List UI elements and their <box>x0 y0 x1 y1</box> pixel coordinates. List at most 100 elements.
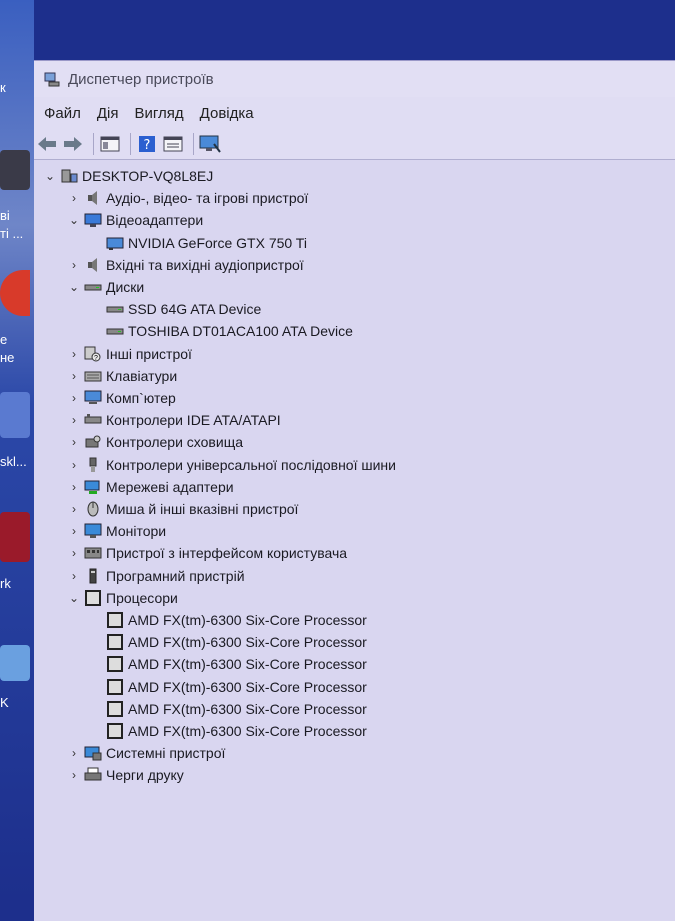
title-bar[interactable]: Диспетчер пристроїв <box>34 61 675 97</box>
tree-category[interactable]: › Системні пристрої <box>66 742 225 764</box>
chevron-down-icon[interactable]: ⌄ <box>42 168 58 184</box>
desktop-game-icon[interactable] <box>0 512 30 562</box>
chevron-down-icon[interactable]: ⌄ <box>66 279 82 295</box>
tree-category[interactable]: › Вхідні та вихідні аудіопристрої <box>66 254 304 276</box>
device-manager-window: Диспетчер пристроїв Файл Дія Вигляд Дові… <box>34 60 675 921</box>
tree-category[interactable]: › Програмний пристрій <box>66 565 245 587</box>
forward-button[interactable] <box>62 133 84 155</box>
device-item[interactable]: SSD 64G ATA Device <box>104 298 261 320</box>
tree-category[interactable]: ⌄ Процесори <box>66 587 178 609</box>
desktop-app-icon[interactable] <box>0 150 30 190</box>
tree-category[interactable]: › Черги друку <box>66 764 184 786</box>
cpu-icon <box>106 612 124 628</box>
tree-category[interactable]: ⌄ Відеоадаптери <box>66 209 203 231</box>
scan-hardware-button[interactable] <box>199 133 221 155</box>
cpu-icon <box>106 656 124 673</box>
chevron-right-icon[interactable]: › <box>66 457 82 473</box>
category-label: Диски <box>106 279 145 295</box>
toolbar-separator <box>130 133 131 155</box>
window-title: Диспетчер пристроїв <box>68 70 214 88</box>
chevron-right-icon[interactable]: › <box>66 767 82 783</box>
show-hide-tree-button[interactable] <box>99 133 121 155</box>
tree-category[interactable]: ⌄ Диски <box>66 276 144 298</box>
help-icon: ? <box>139 136 155 153</box>
cpu-icon <box>106 723 124 739</box>
menu-action[interactable]: Дія <box>97 105 119 122</box>
chevron-down-icon[interactable]: ⌄ <box>66 590 82 606</box>
chevron-right-icon[interactable]: › <box>66 368 82 384</box>
device-item[interactable]: TOSHIBA DT01ACA100 ATA Device <box>104 320 353 342</box>
chevron-right-icon[interactable]: › <box>66 745 82 761</box>
tree-category[interactable]: ›? Інші пристрої <box>66 343 192 365</box>
device-item[interactable]: AMD FX(tm)-6300 Six-Core Processor <box>104 720 367 742</box>
chevron-right-icon[interactable]: › <box>66 545 82 561</box>
tree-category[interactable]: › Контролери сховища <box>66 431 243 453</box>
desktop-file-icon[interactable] <box>0 392 30 438</box>
chevron-down-icon[interactable]: ⌄ <box>66 212 82 228</box>
properties-button[interactable] <box>162 133 184 155</box>
chevron-right-icon[interactable]: › <box>66 257 82 273</box>
chevron-right-icon[interactable]: › <box>66 412 82 428</box>
category-label: Аудіо-, відео- та ігрові пристрої <box>106 190 309 207</box>
device-item[interactable]: AMD FX(tm)-6300 Six-Core Processor <box>104 676 367 698</box>
keyboard-icon <box>84 368 102 384</box>
chevron-right-icon[interactable]: › <box>66 501 82 517</box>
tree-category[interactable]: › Контролери універсальної послідовної ши… <box>66 454 396 476</box>
processor-icon <box>84 589 102 606</box>
tree-category[interactable]: › Монітори <box>66 520 166 542</box>
cpu-icon <box>106 700 124 717</box>
svg-text:?: ? <box>144 138 151 153</box>
device-item[interactable]: NVIDIA GeForce GTX 750 Ti <box>104 232 307 254</box>
storage-controller-icon <box>84 434 102 450</box>
cpu-icon <box>106 634 124 651</box>
desktop-label-8: K <box>0 695 9 710</box>
device-manager-icon <box>44 72 60 87</box>
menu-file[interactable]: Файл <box>44 105 81 122</box>
category-label: Відеоадаптери <box>106 212 204 229</box>
back-button[interactable] <box>36 133 58 155</box>
desktop-chrome-icon[interactable] <box>0 270 30 316</box>
tree-category[interactable]: › Контролери IDE ATA/ATAPI <box>66 409 281 431</box>
category-label: Монітори <box>106 523 167 540</box>
tree-category[interactable]: › Комп`ютер <box>66 387 176 409</box>
device-item[interactable]: AMD FX(tm)-6300 Six-Core Processor <box>104 609 367 631</box>
chevron-right-icon[interactable]: › <box>66 190 82 206</box>
menu-view[interactable]: Вигляд <box>135 105 184 122</box>
chevron-right-icon[interactable]: › <box>66 568 82 584</box>
category-label: Черги друку <box>106 767 184 784</box>
toolbar-separator <box>193 133 194 155</box>
chevron-right-icon[interactable]: › <box>66 434 82 450</box>
desktop-pc-icon[interactable] <box>0 645 30 681</box>
device-item[interactable]: AMD FX(tm)-6300 Six-Core Processor <box>104 698 367 720</box>
menu-help[interactable]: Довідка <box>200 105 254 122</box>
chevron-right-icon[interactable]: › <box>66 523 82 539</box>
tree-category[interactable]: › Пристрої з інтерфейсом користувача <box>66 542 347 564</box>
arrow-right-icon <box>64 137 82 151</box>
category-label: Контролери універсальної послідовної шин… <box>106 456 396 473</box>
network-adapter-icon <box>84 479 102 495</box>
category-label: Вхідні та вихідні аудіопристрої <box>106 256 304 273</box>
device-label: AMD FX(tm)-6300 Six-Core Processor <box>128 634 367 651</box>
chevron-right-icon[interactable]: › <box>66 346 82 362</box>
tree-root[interactable]: ⌄ DESKTOP-VQ8L8EJ <box>42 165 213 187</box>
system-device-icon <box>84 745 102 761</box>
toolbar: ? <box>34 129 675 160</box>
toolbar-separator <box>93 133 94 155</box>
chevron-right-icon[interactable]: › <box>66 390 82 406</box>
help-button[interactable]: ? <box>136 133 158 155</box>
desktop-label-2: ві <box>0 208 10 223</box>
device-label: NVIDIA GeForce GTX 750 Ti <box>128 234 307 251</box>
desktop-label-3: ті ... <box>0 226 24 241</box>
tree-category[interactable]: › Клавіатури <box>66 365 177 387</box>
device-item[interactable]: AMD FX(tm)-6300 Six-Core Processor <box>104 653 367 675</box>
tree-category[interactable]: › Миша й інші вказівні пристрої <box>66 498 298 520</box>
hid-icon <box>84 545 102 561</box>
desktop-label-1: к <box>0 80 6 95</box>
category-label: Системні пристрої <box>106 745 226 762</box>
device-item[interactable]: AMD FX(tm)-6300 Six-Core Processor <box>104 631 367 653</box>
chevron-right-icon[interactable]: › <box>66 479 82 495</box>
category-label: Клавіатури <box>106 367 178 384</box>
tree-category[interactable]: › Мережеві адаптери <box>66 476 234 498</box>
category-label: Процесори <box>106 589 178 606</box>
tree-category[interactable]: › Аудіо-, відео- та ігрові пристрої <box>66 187 308 209</box>
